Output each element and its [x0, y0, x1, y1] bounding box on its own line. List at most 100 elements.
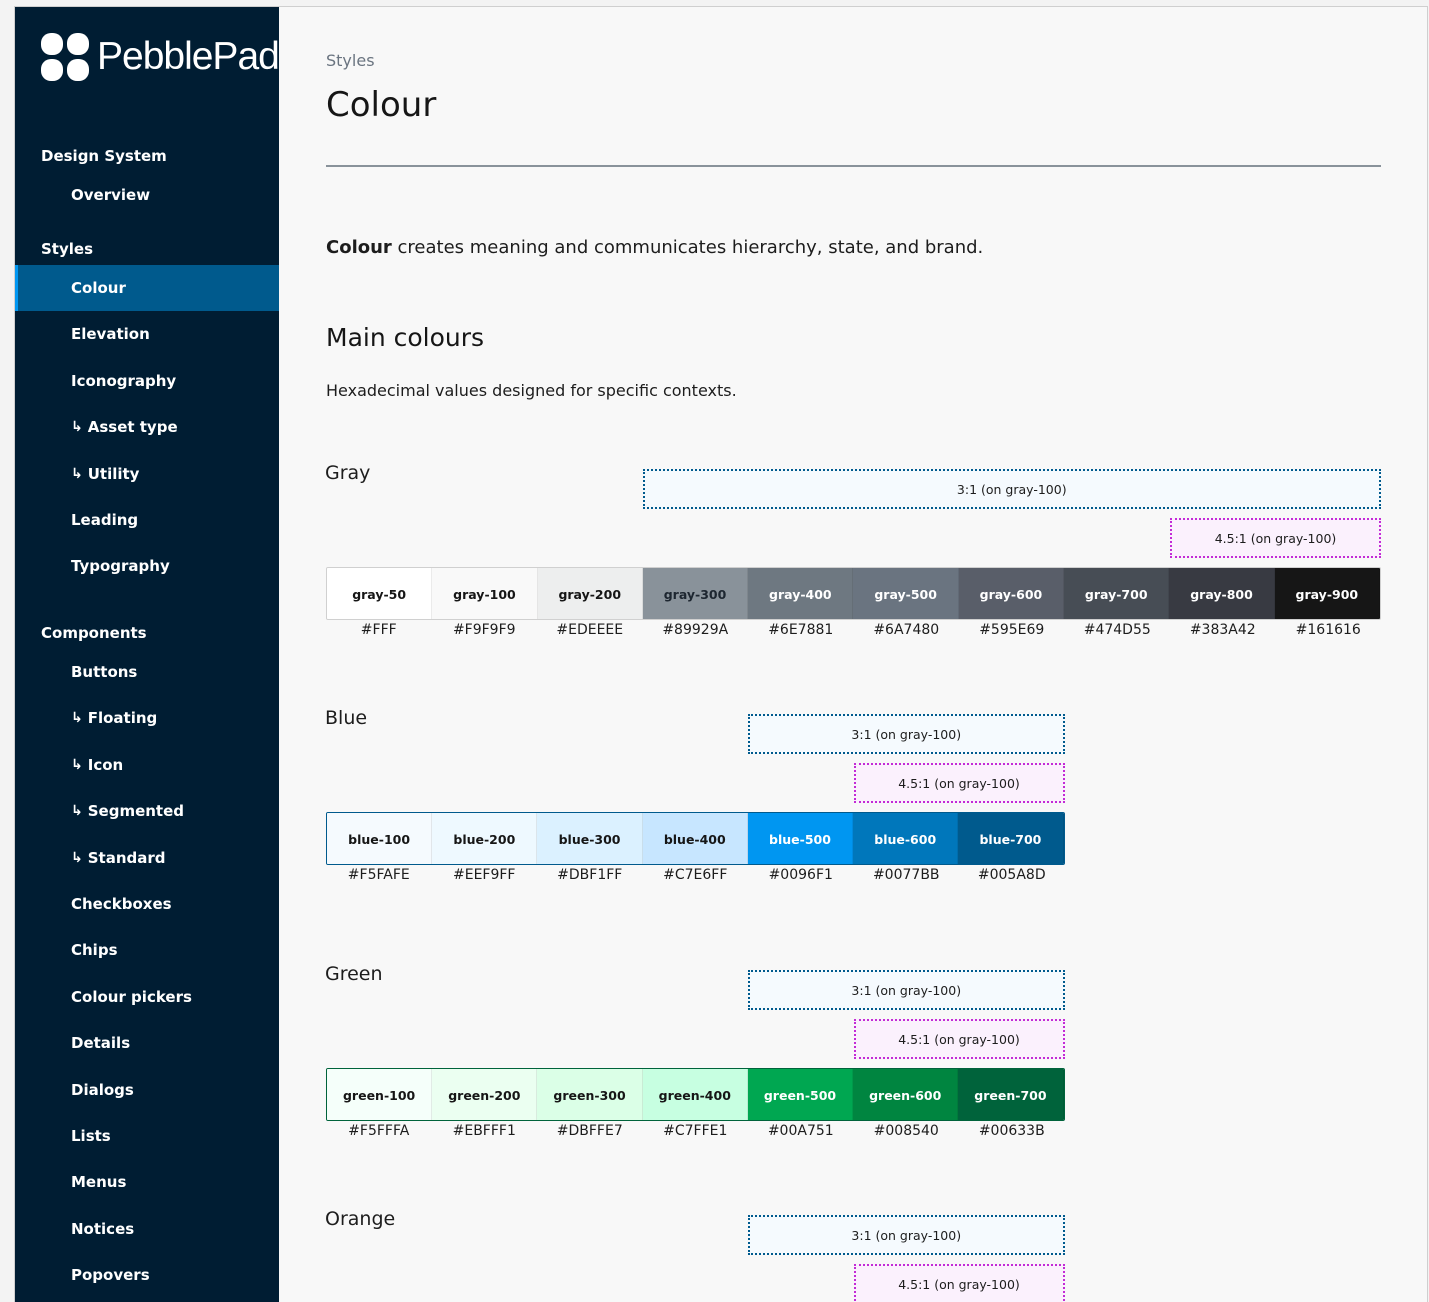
sidebar-item-label: Colour pickers — [71, 987, 192, 1006]
sidebar-item-floating[interactable]: ↳ Floating — [15, 695, 279, 741]
sidebar-item-label: Colour — [71, 279, 126, 297]
sub-arrow-icon: ↳ — [71, 710, 83, 727]
sidebar-item-notices[interactable]: Notices — [15, 1206, 279, 1252]
sidebar-item-label: Lists — [71, 1127, 111, 1145]
sidebar-item-details[interactable]: Details — [15, 1020, 279, 1066]
nav-section-styles: Styles — [41, 240, 93, 258]
swatch-blue-300[interactable]: blue-300 — [537, 813, 643, 864]
palette-title-blue: Blue — [325, 707, 368, 729]
swatch-blue-700[interactable]: blue-700 — [958, 813, 1064, 864]
swatch-gray-900[interactable]: gray-900 — [1274, 568, 1380, 619]
hex-value-gray-600: #595E69 — [979, 622, 1045, 638]
sidebar-item-label: Chips — [71, 941, 118, 960]
hex-value-blue-700: #005A8D — [977, 867, 1046, 883]
sidebar: PebblePad Design System Overview Styles Col… — [15, 7, 280, 1302]
swatch-blue-200[interactable]: blue-200 — [432, 813, 538, 864]
swatch-gray-800[interactable]: gray-800 — [1169, 568, 1275, 619]
section-heading: Main colours — [326, 323, 485, 352]
nav-section-design-system: Design System — [41, 147, 167, 165]
palette-title-orange: Orange — [325, 1208, 396, 1230]
swatch-blue-600[interactable]: blue-600 — [853, 813, 959, 864]
swatch-blue-500[interactable]: blue-500 — [747, 813, 854, 864]
sidebar-item-iconography[interactable]: Iconography — [15, 358, 279, 404]
sidebar-item-label: Buttons — [71, 663, 138, 681]
sidebar-item-lists[interactable]: Lists — [15, 1113, 279, 1159]
palette-title-gray: Gray — [325, 462, 371, 484]
sidebar-item-label: Elevation — [71, 325, 150, 344]
brand-name: PebblePad — [97, 35, 280, 78]
swatch-green-300[interactable]: green-300 — [537, 1069, 643, 1120]
hex-value-gray-50: #FFF — [360, 622, 397, 638]
app-frame: PebblePad Design System Overview Styles Col… — [14, 6, 1428, 1302]
sidebar-item-label: Notices — [71, 1219, 135, 1238]
hex-value-blue-600: #0077BB — [872, 867, 940, 883]
hex-value-gray-800: #383A42 — [1189, 622, 1256, 638]
swatch-green-500[interactable]: green-500 — [747, 1069, 854, 1120]
hex-value-blue-200: #EEF9FF — [453, 867, 516, 883]
sub-arrow-icon: ↳ — [71, 419, 83, 436]
nav-section-components: Components — [41, 624, 147, 642]
sidebar-item-utility[interactable]: ↳ Utility — [15, 451, 279, 497]
hex-value-green-600: #008540 — [873, 1123, 939, 1139]
sub-arrow-icon: ↳ — [71, 465, 83, 482]
breadcrumb[interactable]: Styles — [326, 51, 375, 70]
swatch-green-200[interactable]: green-200 — [432, 1069, 538, 1120]
swatch-green-700[interactable]: green-700 — [958, 1069, 1064, 1120]
hex-value-green-300: #DBFFE7 — [556, 1123, 623, 1139]
sidebar-item-checkboxes[interactable]: Checkboxes — [15, 881, 279, 927]
title-divider — [326, 165, 1381, 167]
sidebar-item-typography[interactable]: Typography — [15, 543, 279, 589]
contrast-3-1-range: 3:1 (on gray-100) — [748, 1215, 1065, 1255]
sidebar-item-buttons[interactable]: Buttons — [15, 649, 279, 695]
contrast-3-1-range: 3:1 (on gray-100) — [642, 469, 1381, 509]
sidebar-item-leading[interactable]: Leading — [15, 497, 279, 543]
contrast-4-5-1-range: 4.5:1 (on gray-100) — [853, 1264, 1065, 1302]
intro-text: Colour creates meaning and communicates … — [326, 237, 983, 258]
sidebar-item-colour-pickers[interactable]: Colour pickers — [15, 974, 279, 1020]
swatch-gray-100[interactable]: gray-100 — [432, 568, 538, 619]
sidebar-item-dialogs[interactable]: Dialogs — [15, 1067, 279, 1113]
contrast-4-5-1-range: 4.5:1 (on gray-100) — [1170, 518, 1381, 558]
swatch-row-gray: gray-50 gray-100 gray-200 gray-300 gray-400 g… — [326, 567, 1381, 620]
swatch-gray-600[interactable]: gray-600 — [958, 568, 1065, 619]
hex-value-gray-200: #EDEEEE — [556, 622, 624, 638]
swatch-blue-400[interactable]: blue-400 — [642, 813, 748, 864]
sidebar-item-label: Popovers — [71, 1266, 150, 1285]
swatch-gray-50[interactable]: gray-50 — [327, 568, 433, 619]
sidebar-item-label: Floating — [87, 709, 158, 728]
intro-bold: Colour — [326, 237, 392, 258]
sidebar-item-popovers[interactable]: Popovers — [15, 1252, 279, 1298]
sidebar-item-elevation[interactable]: Elevation — [15, 311, 279, 357]
sidebar-item-label: Menus — [71, 1173, 127, 1192]
swatch-gray-700[interactable]: gray-700 — [1064, 568, 1170, 619]
intro-rest: creates meaning and communicates hierarc… — [391, 237, 984, 258]
logo[interactable]: PebblePad — [41, 33, 280, 81]
hex-value-gray-100: #F9F9F9 — [452, 622, 516, 638]
hex-value-blue-300: #DBF1FF — [557, 867, 623, 883]
section-subtitle: Hexadecimal values designed for specific… — [326, 381, 737, 400]
hex-value-green-500: #00A751 — [767, 1123, 834, 1139]
sidebar-item-icon[interactable]: ↳ Icon — [15, 742, 279, 788]
sidebar-item-label: Typography — [71, 557, 170, 576]
hex-value-gray-400: #6E7881 — [768, 622, 834, 638]
hex-value-gray-900: #161616 — [1295, 622, 1361, 638]
swatch-gray-500[interactable]: gray-500 — [853, 568, 959, 619]
sidebar-item-asset-type[interactable]: ↳ Asset type — [15, 404, 279, 450]
swatch-gray-200[interactable]: gray-200 — [537, 568, 643, 619]
contrast-4-5-1-range: 4.5:1 (on gray-100) — [853, 763, 1065, 803]
hex-value-blue-400: #C7E6FF — [663, 867, 728, 883]
swatch-green-600[interactable]: green-600 — [853, 1069, 959, 1120]
swatch-green-400[interactable]: green-400 — [642, 1069, 748, 1120]
swatch-green-100[interactable]: green-100 — [327, 1069, 433, 1120]
swatch-gray-400[interactable]: gray-400 — [748, 568, 854, 619]
sidebar-item-overview[interactable]: Overview — [15, 172, 279, 218]
sidebar-item-colour[interactable]: Colour — [15, 265, 279, 311]
swatch-gray-300[interactable]: gray-300 — [642, 568, 749, 619]
swatch-blue-100[interactable]: blue-100 — [327, 813, 433, 864]
hex-value-green-700: #00633B — [978, 1123, 1045, 1139]
sidebar-item-standard[interactable]: ↳ Standard — [15, 835, 279, 881]
sidebar-item-segmented[interactable]: ↳ Segmented — [15, 788, 279, 834]
sidebar-item-chips[interactable]: Chips — [15, 927, 279, 973]
hex-value-gray-700: #474D55 — [1083, 622, 1151, 638]
sidebar-item-menus[interactable]: Menus — [15, 1159, 279, 1205]
